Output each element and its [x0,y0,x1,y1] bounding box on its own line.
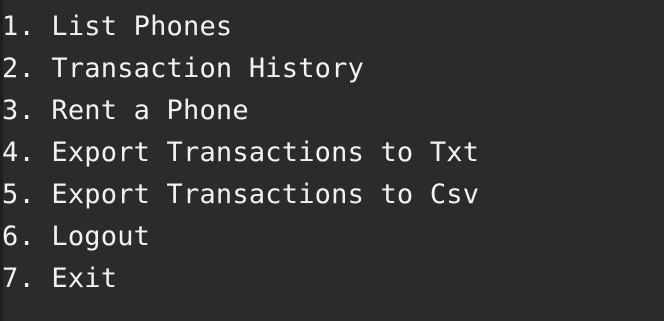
menu-option-export-csv: 5. Export Transactions to Csv [2,179,480,210]
main-menu: 1. List Phones 2. Transaction History 3.… [2,6,664,300]
menu-option-transaction-history: 2. Transaction History [2,53,365,84]
menu-option-rent-a-phone: 3. Rent a Phone [2,95,249,126]
console-window: 1. List Phones 2. Transaction History 3.… [0,0,664,321]
menu-option-list-phones: 1. List Phones [2,11,233,42]
menu-option-exit: 7. Exit [2,263,118,294]
menu-option-export-txt: 4. Export Transactions to Txt [2,137,480,168]
left-edge-bar [0,0,3,321]
menu-option-logout: 6. Logout [2,221,151,252]
